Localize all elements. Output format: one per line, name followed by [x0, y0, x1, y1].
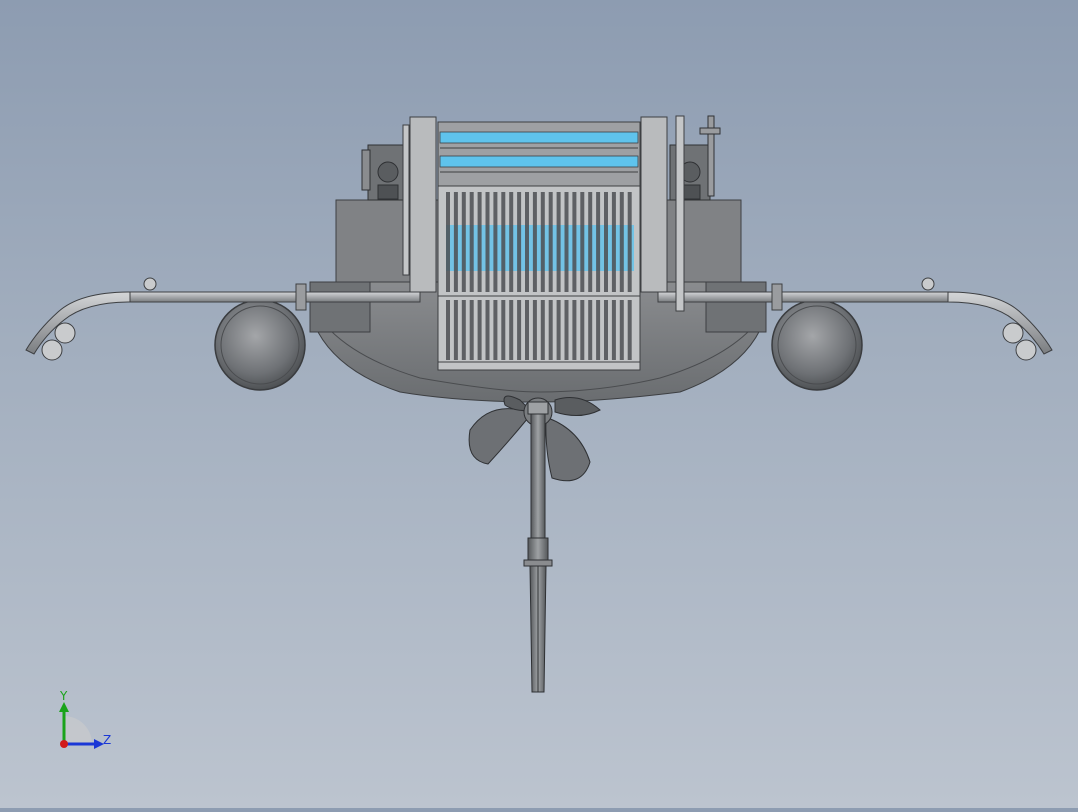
screen-bar — [548, 192, 553, 292]
screen-bar — [493, 192, 498, 292]
screen-bar — [627, 192, 632, 292]
screen-bar — [525, 300, 529, 360]
x-axis-dot — [60, 740, 68, 748]
cad-model-view: Y Z — [25, 115, 1053, 749]
left-float — [214, 299, 306, 391]
screen-bar — [477, 192, 482, 292]
screen-bar — [604, 192, 608, 292]
screen-bar — [548, 300, 553, 360]
screen-bar — [580, 192, 585, 292]
screen-bar — [556, 192, 561, 292]
screen-bar — [485, 300, 490, 360]
screen-bar — [493, 300, 498, 360]
screen-bar — [477, 300, 482, 360]
screen-bar — [611, 192, 616, 292]
screen-bar — [588, 192, 593, 292]
screen-bar — [509, 192, 514, 292]
screen-bar — [501, 192, 506, 292]
screen-bar — [453, 300, 458, 360]
z-axis-label: Z — [103, 733, 111, 747]
screen-bar — [469, 300, 474, 360]
screen-bar — [485, 192, 490, 292]
screen-bar — [461, 192, 466, 292]
screen-grid — [437, 185, 641, 371]
screen-bar — [564, 300, 569, 360]
screen-bar — [532, 192, 537, 292]
screen-bar — [540, 192, 545, 292]
screen-bar — [611, 300, 616, 360]
screen-bar — [525, 192, 529, 292]
screen-bar — [517, 192, 522, 292]
coordinate-triad: Y Z — [59, 689, 111, 749]
screen-bar — [532, 300, 537, 360]
screen-bar — [517, 300, 522, 360]
screen-bar — [572, 300, 577, 360]
screen-bar — [588, 300, 593, 360]
screen-bar — [501, 300, 506, 360]
screen-bar — [509, 300, 514, 360]
screen-bar — [556, 300, 561, 360]
screen-bar — [619, 192, 624, 292]
screen-bar — [572, 192, 577, 292]
screen-bar — [446, 300, 450, 360]
screen-bar — [446, 192, 450, 292]
screen-bar — [453, 192, 458, 292]
screen-bar — [580, 300, 585, 360]
screen-bar — [596, 192, 601, 292]
screen-bar — [461, 300, 466, 360]
filter-roller — [437, 121, 641, 187]
cad-viewport[interactable]: Y Z — [0, 0, 1078, 808]
screen-bar — [627, 300, 632, 360]
screen-bar — [564, 192, 569, 292]
screen-bar — [604, 300, 608, 360]
screen-bar — [540, 300, 545, 360]
y-axis-label: Y — [59, 689, 68, 703]
right-float — [771, 299, 863, 391]
left-motor — [361, 144, 409, 201]
screen-bar — [596, 300, 601, 360]
screen-bar — [469, 192, 474, 292]
screen-bar — [619, 300, 624, 360]
